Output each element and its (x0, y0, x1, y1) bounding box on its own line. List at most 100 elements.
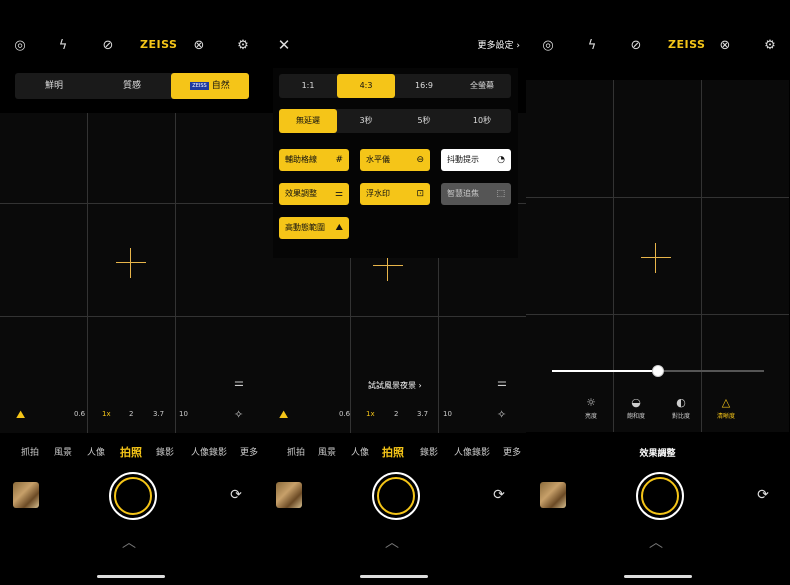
contrast-icon: ◐ (676, 396, 686, 409)
zoom-10[interactable]: 10 (179, 410, 188, 418)
aspect-1-1[interactable]: 1:1 (279, 74, 337, 98)
level-toggle[interactable]: 水平儀 ⊖ (360, 149, 430, 171)
scene-suggestion[interactable]: 試試風景夜景 › (368, 380, 422, 391)
mode-portrait[interactable]: 人像 (351, 445, 369, 458)
macro-off-icon[interactable]: ⊗ (188, 34, 210, 56)
timer-none[interactable]: 無延遲 (279, 109, 337, 133)
adjust-sliders-icon[interactable]: ⚌ (234, 376, 244, 389)
shutter-button[interactable] (109, 472, 157, 520)
grid-line (263, 316, 526, 317)
mode-landscape[interactable]: 風景 (318, 445, 336, 458)
smart-focus-toggle[interactable]: 智慧追焦 ⬚ (441, 183, 511, 205)
home-indicator (360, 575, 428, 578)
color-filter-selector: 鮮明 質感 ZEISS 自然 (15, 73, 249, 99)
live-photo-off-icon[interactable]: ⊘ (625, 34, 647, 56)
mode-snapshot[interactable]: 抓拍 (21, 445, 39, 458)
magic-wand-icon[interactable]: ✧ (497, 408, 506, 421)
mode-portrait-video[interactable]: 人像錄影 (191, 445, 227, 458)
adjust-sliders-icon[interactable]: ⚌ (497, 376, 507, 389)
effects-adjust-toggle[interactable]: 效果調整 ⚌ (279, 183, 349, 205)
zoom-2[interactable]: 2 (394, 410, 398, 418)
gallery-thumbnail[interactable] (540, 482, 566, 508)
mode-more[interactable]: 更多 (240, 445, 258, 458)
zoom-1x[interactable]: 1x (102, 410, 111, 418)
timer-10s[interactable]: 10秒 (453, 109, 511, 133)
watermark-toggle[interactable]: 浮水印 ⊡ (360, 183, 430, 205)
zoom-10[interactable]: 10 (443, 410, 452, 418)
mode-video[interactable]: 錄影 (156, 445, 174, 458)
sliders-icon: ⚌ (334, 189, 343, 199)
zoom-1x[interactable]: 1x (366, 410, 375, 418)
top-toolbar: ✕ 更多設定 › (263, 34, 526, 58)
chevron-up-icon[interactable]: ︿ (649, 532, 663, 552)
focus-mode-icon[interactable]: ◎ (537, 34, 559, 56)
zoom-3.7[interactable]: 3.7 (153, 410, 164, 418)
grid-line (526, 314, 789, 315)
zeiss-mode-button[interactable]: ZEISS (140, 38, 177, 51)
live-photo-off-icon[interactable]: ⊘ (97, 34, 119, 56)
gallery-thumbnail[interactable] (13, 482, 39, 508)
adjust-sharpness[interactable]: △ 清晰度 (708, 396, 744, 420)
mode-video[interactable]: 錄影 (420, 445, 438, 458)
timer-5s[interactable]: 5秒 (395, 109, 453, 133)
grid-line (0, 203, 263, 204)
camera-panel-filters: ◎ ϟ ⊘ ZEISS ⊗ ⚙ 鮮明 質感 ZEISS 自然 ⚌ ⛰ ✧ 0.6 … (0, 0, 263, 585)
mode-portrait-video[interactable]: 人像錄影 (454, 445, 490, 458)
zeiss-mode-button[interactable]: ZEISS (668, 38, 705, 51)
zoom-0.6[interactable]: 0.6 (74, 410, 85, 418)
aspect-16-9[interactable]: 16:9 (395, 74, 453, 98)
mode-portrait[interactable]: 人像 (87, 445, 105, 458)
scene-landscape-icon[interactable]: ⛰ (279, 408, 288, 422)
shutter-button[interactable] (636, 472, 684, 520)
switch-camera-icon[interactable]: ⟳ (754, 486, 772, 504)
chevron-right-icon: › (418, 381, 422, 390)
aspect-4-3[interactable]: 4:3 (337, 74, 395, 98)
mode-photo[interactable]: 拍照 (382, 444, 404, 460)
adjust-saturation[interactable]: ◒ 飽和度 (618, 396, 654, 420)
mode-landscape[interactable]: 風景 (54, 445, 72, 458)
gallery-thumbnail[interactable] (276, 482, 302, 508)
flash-off-icon[interactable]: ϟ (52, 34, 74, 56)
magic-wand-icon[interactable]: ✧ (234, 408, 243, 421)
flash-off-icon[interactable]: ϟ (581, 34, 603, 56)
switch-camera-icon[interactable]: ⟳ (490, 486, 508, 504)
timer-3s[interactable]: 3秒 (337, 109, 395, 133)
shake-hint-toggle[interactable]: 抖動提示 ◔ (441, 149, 511, 171)
shutter-button[interactable] (372, 472, 420, 520)
filter-texture[interactable]: 質感 (93, 73, 171, 99)
effects-title: 效果調整 (639, 449, 676, 459)
macro-off-icon[interactable]: ⊗ (714, 34, 736, 56)
chevron-up-icon[interactable]: ︿ (122, 532, 136, 552)
grid-toggle[interactable]: 輔助格線 # (279, 149, 349, 171)
adjust-contrast[interactable]: ◐ 對比度 (663, 396, 699, 420)
settings-gear-icon[interactable]: ⚙ (232, 34, 254, 56)
switch-camera-icon[interactable]: ⟳ (227, 486, 245, 504)
adjust-brightness[interactable]: ☼ 亮度 (573, 396, 609, 420)
scene-landscape-icon[interactable]: ⛰ (16, 408, 25, 422)
viewfinder[interactable] (526, 80, 789, 432)
close-icon[interactable]: ✕ (273, 34, 295, 56)
zoom-0.6[interactable]: 0.6 (339, 410, 350, 418)
focus-reticle (641, 243, 671, 273)
mode-snapshot[interactable]: 抓拍 (287, 445, 305, 458)
filter-natural[interactable]: ZEISS 自然 (171, 73, 249, 99)
zoom-2[interactable]: 2 (129, 410, 133, 418)
focus-mode-icon[interactable]: ◎ (9, 34, 31, 56)
mode-photo[interactable]: 拍照 (120, 444, 142, 460)
aspect-fullscreen[interactable]: 全螢幕 (453, 74, 511, 98)
more-settings-link[interactable]: 更多設定 › (478, 38, 521, 51)
zoom-3.7[interactable]: 3.7 (417, 410, 428, 418)
filter-vivid[interactable]: 鮮明 (15, 73, 93, 99)
hdr-toggle[interactable]: 高動態範圍 ⛰ (279, 217, 349, 239)
settings-gear-icon[interactable]: ⚙ (759, 34, 781, 56)
adjust-sharpness-label: 清晰度 (716, 413, 735, 420)
mode-more[interactable]: 更多 (503, 445, 521, 458)
filter-natural-label: 自然 (211, 81, 230, 91)
mode-selector: 抓拍 風景 人像 拍照 錄影 人像錄影 更多 (263, 445, 526, 461)
chevron-up-icon[interactable]: ︿ (385, 532, 399, 552)
hdr-label: 高動態範圍 (285, 223, 325, 232)
grid-icon: # (335, 155, 343, 165)
viewfinder[interactable] (0, 113, 263, 433)
effect-slider-fill (552, 370, 658, 372)
effect-slider-knob[interactable] (652, 365, 664, 377)
